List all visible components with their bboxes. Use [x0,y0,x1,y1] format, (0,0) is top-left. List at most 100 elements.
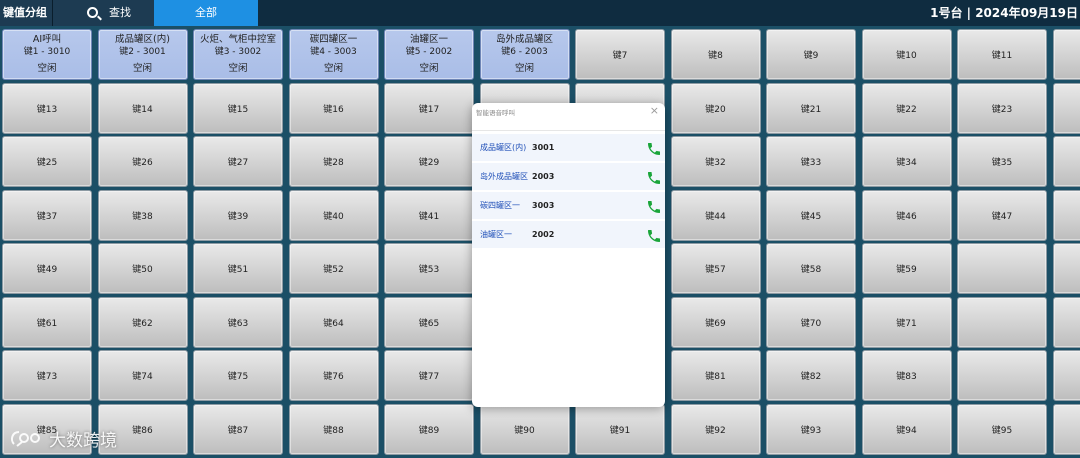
key-button[interactable]: 键14 [97,82,188,134]
key-button[interactable]: 键21 [766,82,856,134]
key-button[interactable]: 键64 [288,296,379,348]
key-button[interactable]: 键16 [288,82,379,134]
key-button[interactable]: 键10 [861,29,952,80]
key-button[interactable] [1052,296,1080,348]
key-button[interactable]: 键29 [384,136,474,187]
key-button[interactable]: 键45 [766,189,856,241]
key-button[interactable] [1052,189,1080,241]
key-button[interactable]: 键73 [2,350,92,401]
key-button[interactable]: 键23 [957,82,1047,134]
key-button[interactable]: 键82 [766,350,856,401]
search-button[interactable]: 查找 [52,0,154,26]
key-button[interactable] [1052,82,1080,134]
key-button[interactable]: 键34 [861,136,952,187]
key-button[interactable]: 键44 [670,189,761,241]
key-button[interactable] [1052,136,1080,187]
key-button[interactable]: 键47 [957,189,1047,241]
key-button[interactable]: 键40 [288,189,379,241]
key-button[interactable]: 岛外成品罐区 键6 - 2003 空闲 [479,29,570,80]
key-button[interactable]: 键94 [861,403,952,455]
key-button[interactable]: 键39 [193,189,283,241]
key-button[interactable]: 键57 [670,243,761,294]
key-button[interactable]: 键58 [766,243,856,294]
key-button[interactable]: AI呼叫 键1 - 3010 空闲 [2,29,92,80]
key-button[interactable]: 键51 [193,243,283,294]
key-button[interactable]: 键38 [97,189,188,241]
key-button[interactable]: 键9 [766,29,856,80]
key-button[interactable]: 键93 [766,403,856,455]
key-label: 键49 [36,265,58,275]
key-button[interactable] [1052,350,1080,401]
key-button[interactable]: 键25 [2,136,92,187]
key-button[interactable]: 键33 [766,136,856,187]
key-button[interactable]: 键32 [670,136,761,187]
call-target-row[interactable]: 岛外成品罐区 2003 [472,163,665,191]
key-button[interactable]: 键81 [670,350,761,401]
key-button[interactable]: 键87 [193,403,283,455]
key-button[interactable]: 碳四罐区一 键4 - 3003 空闲 [288,29,379,80]
key-button[interactable]: 键83 [861,350,952,401]
key-button[interactable]: 键8 [670,29,761,80]
key-button[interactable]: 键70 [766,296,856,348]
key-button[interactable]: 键41 [384,189,474,241]
key-button[interactable]: 键35 [957,136,1047,187]
call-target-row[interactable]: 碳四罐区一 3003 [472,192,665,220]
key-label: 键73 [36,372,58,382]
key-button[interactable]: 键89 [384,403,474,455]
tab-all[interactable]: 全部 [154,0,258,26]
key-button[interactable]: 键95 [957,403,1047,455]
phone-call-icon[interactable] [646,199,662,215]
key-button[interactable] [957,350,1047,401]
key-button[interactable]: 键13 [2,82,92,134]
key-button[interactable]: 火炬、气柜中控室 键3 - 3002 空闲 [193,29,283,80]
key-button[interactable]: 键7 [575,29,665,80]
key-label: 键83 [896,372,917,382]
phone-call-icon[interactable] [646,228,662,244]
key-button[interactable] [957,296,1047,348]
key-button[interactable]: 键26 [97,136,188,187]
key-button[interactable]: 键52 [288,243,379,294]
call-target-row[interactable]: 油罐区一 2002 [472,221,665,249]
key-button[interactable]: 键22 [861,82,952,134]
key-button[interactable]: 键17 [384,82,474,134]
key-button[interactable]: 键27 [193,136,283,187]
key-button[interactable] [957,243,1047,294]
close-icon[interactable]: × [650,104,659,117]
key-button[interactable] [1052,403,1080,455]
key-button[interactable]: 键77 [384,350,474,401]
phone-call-icon[interactable] [646,141,662,157]
key-label: 键75 [227,372,249,382]
key-button[interactable]: 键91 [575,403,665,455]
key-button[interactable]: 键76 [288,350,379,401]
key-button[interactable]: 成品罐区(内) 键2 - 3001 空闲 [97,29,188,80]
key-button[interactable]: 键37 [2,189,92,241]
key-button[interactable]: 键53 [384,243,474,294]
key-group-button[interactable]: 键值分组 [0,0,52,26]
key-button[interactable]: 键15 [193,82,283,134]
key-button[interactable]: 键28 [288,136,379,187]
key-button[interactable] [1052,243,1080,294]
key-button[interactable]: 键88 [288,403,379,455]
key-button[interactable]: 键50 [97,243,188,294]
key-button[interactable]: 键63 [193,296,283,348]
key-button[interactable]: 键49 [2,243,92,294]
key-button[interactable]: 键65 [384,296,474,348]
key-button[interactable]: 键75 [193,350,283,401]
key-button[interactable]: 键74 [97,350,188,401]
key-button[interactable]: 键62 [97,296,188,348]
key-button[interactable]: 键69 [670,296,761,348]
key-button[interactable]: 键61 [2,296,92,348]
key-button[interactable]: 键46 [861,189,952,241]
key-button[interactable]: 键92 [670,403,761,455]
key-button[interactable]: 键11 [957,29,1047,80]
call-target-row[interactable]: 成品罐区(内) 3001 [472,134,665,162]
key-button[interactable]: 键90 [479,403,570,455]
key-status: 空闲 [419,62,439,74]
key-button[interactable]: 键59 [861,243,952,294]
key-button[interactable]: 油罐区一 键5 - 2002 空闲 [384,29,474,80]
phone-call-icon[interactable] [646,170,662,186]
key-button[interactable]: 键20 [670,82,761,134]
key-button[interactable]: 键71 [861,296,952,348]
key-label: 键64 [323,318,344,329]
key-button[interactable] [1052,29,1080,80]
